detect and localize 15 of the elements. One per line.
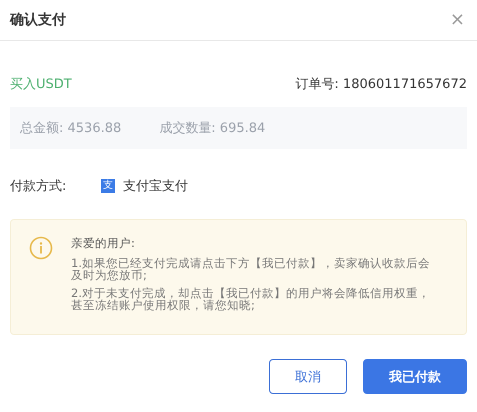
confirm-button[interactable]: 我已付款 [363,359,467,394]
payment-method: 支付宝支付 [123,178,188,195]
order-side: 买入USDT [10,76,72,93]
summary-value: 总金额: 4536.88 [20,120,122,137]
notice-text: 1.如果您已经支付完成请点击下方【我已付款】，卖家确认收款后会及时为您放币; [71,257,431,282]
notice-heading: 亲爱的用户: [71,236,136,251]
payment-icon: 支 [101,179,115,193]
cancel-button[interactable]: 取消 [269,359,347,394]
summary-value: 成交数量: 695.84 [159,120,266,137]
notice-text: 2.对于未支付完成，却点击【我已付款】的用户将会降低信用权重，甚至冻结账户使用权限，请您知晓; [71,287,431,312]
info-icon [29,236,53,260]
close-button[interactable]: × [448,11,467,29]
dialog-title: 确认支付 [10,11,66,29]
order-number: 订单号: 180601171657672 [295,76,467,93]
payment-label: 付款方式: [10,178,68,195]
